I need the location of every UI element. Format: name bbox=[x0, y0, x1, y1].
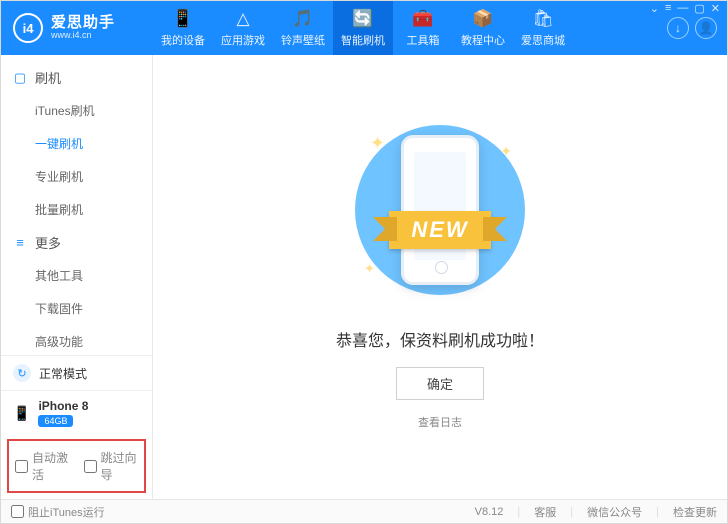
sidebar-item[interactable]: 批量刷机 bbox=[1, 193, 152, 226]
app-body: ▢ 刷机 iTunes刷机一键刷机专业刷机批量刷机 ≡ 更多 其他工具下载固件高… bbox=[1, 55, 727, 499]
nav-icon: 🎵 bbox=[292, 9, 313, 29]
sidebar-group-label: 更多 bbox=[35, 233, 61, 252]
device-mode-status[interactable]: ↻ 正常模式 bbox=[1, 355, 152, 390]
sidebar-item[interactable]: iTunes刷机 bbox=[1, 94, 152, 127]
win-ctrl-close[interactable]: ✕ bbox=[711, 2, 720, 15]
nav-label: 我的设备 bbox=[161, 32, 205, 48]
status-label: 正常模式 bbox=[39, 365, 87, 382]
app-logo: i4 爱思助手 www.i4.cn bbox=[1, 13, 153, 43]
logo-icon: i4 bbox=[13, 13, 43, 43]
app-name: 爱思助手 bbox=[51, 15, 115, 32]
version-label: V8.12 bbox=[475, 506, 504, 518]
nav-item-5[interactable]: 📦 教程中心 bbox=[453, 1, 513, 55]
flash-group-icon: ▢ bbox=[13, 70, 27, 86]
sidebar-group-flash: ▢ 刷机 bbox=[1, 61, 152, 94]
support-link[interactable]: 客服 bbox=[534, 504, 556, 520]
sidebar-group-label: 刷机 bbox=[35, 68, 61, 87]
sidebar-item[interactable]: 其他工具 bbox=[1, 259, 152, 292]
download-button[interactable]: ↓ bbox=[667, 17, 689, 39]
sidebar-item[interactable]: 下载固件 bbox=[1, 292, 152, 325]
flash-options-highlighted: 自动激活 跳过向导 bbox=[7, 439, 146, 493]
win-ctrl-maximize[interactable]: ▢ bbox=[694, 2, 704, 15]
nav-label: 智能刷机 bbox=[341, 32, 385, 48]
nav-item-6[interactable]: 🛍 爱思商城 bbox=[513, 1, 573, 55]
nav-label: 应用游戏 bbox=[221, 32, 265, 48]
nav-icon: 🔄 bbox=[352, 9, 373, 29]
success-message: 恭喜您，保资料刷机成功啦！ bbox=[336, 327, 544, 351]
new-ribbon: NEW bbox=[389, 211, 490, 249]
nav-item-3[interactable]: 🔄 智能刷机 bbox=[333, 1, 393, 55]
auto-activate-checkbox[interactable]: 自动激活 bbox=[15, 449, 70, 483]
skip-guide-label: 跳过向导 bbox=[101, 449, 139, 483]
device-info[interactable]: 📱 iPhone 8 64GB bbox=[1, 390, 152, 435]
device-storage: 64GB bbox=[38, 415, 73, 427]
nav-item-4[interactable]: 🧰 工具箱 bbox=[393, 1, 453, 55]
confirm-button[interactable]: 确定 bbox=[396, 367, 484, 400]
window-controls: ⌄ ≡ — ▢ ✕ bbox=[650, 2, 720, 15]
sidebar-item[interactable]: 专业刷机 bbox=[1, 160, 152, 193]
nav-icon: △ bbox=[236, 9, 249, 29]
sidebar-item[interactable]: 高级功能 bbox=[1, 325, 152, 355]
view-log-link[interactable]: 查看日志 bbox=[418, 414, 462, 430]
win-ctrl[interactable]: ≡ bbox=[665, 2, 671, 15]
win-ctrl-minimize[interactable]: — bbox=[677, 2, 688, 15]
refresh-icon: ↻ bbox=[13, 364, 31, 382]
sidebar: ▢ 刷机 iTunes刷机一键刷机专业刷机批量刷机 ≡ 更多 其他工具下载固件高… bbox=[1, 55, 153, 499]
device-name: iPhone 8 bbox=[38, 399, 88, 413]
nav-item-0[interactable]: 📱 我的设备 bbox=[153, 1, 213, 55]
app-url: www.i4.cn bbox=[51, 31, 115, 41]
block-itunes-checkbox[interactable]: 阻止iTunes运行 bbox=[11, 504, 105, 520]
more-group-icon: ≡ bbox=[13, 235, 27, 250]
phone-illustration-icon bbox=[401, 135, 479, 285]
top-nav: 📱 我的设备 △ 应用游戏 🎵 铃声壁纸 🔄 智能刷机 🧰 工具箱 📦 教程中心 🛍 爱思商城 bbox=[153, 1, 573, 55]
main-content: ✦ ✦ ✦ NEW 恭喜您，保资料刷机成功啦！ 确定 查看日志 bbox=[153, 55, 727, 499]
app-header: i4 爱思助手 www.i4.cn 📱 我的设备 △ 应用游戏 🎵 铃声壁纸 🔄 智能刷机 🧰 工… bbox=[1, 1, 727, 55]
sidebar-item[interactable]: 一键刷机 bbox=[1, 127, 152, 160]
nav-label: 铃声壁纸 bbox=[281, 32, 325, 48]
nav-item-1[interactable]: △ 应用游戏 bbox=[213, 1, 273, 55]
nav-icon: 🛍 bbox=[532, 9, 554, 29]
nav-icon: 📱 bbox=[172, 9, 193, 29]
nav-item-2[interactable]: 🎵 铃声壁纸 bbox=[273, 1, 333, 55]
phone-icon: 📱 bbox=[13, 405, 30, 422]
block-itunes-label: 阻止iTunes运行 bbox=[28, 504, 105, 520]
wechat-link[interactable]: 微信公众号 bbox=[587, 504, 642, 520]
success-illustration: ✦ ✦ ✦ NEW bbox=[340, 115, 540, 305]
nav-icon: 📦 bbox=[472, 9, 493, 29]
nav-label: 工具箱 bbox=[407, 32, 440, 48]
sidebar-group-more: ≡ 更多 bbox=[1, 226, 152, 259]
nav-label: 教程中心 bbox=[461, 32, 505, 48]
user-button[interactable]: 👤 bbox=[695, 17, 717, 39]
status-bar: 阻止iTunes运行 V8.12 | 客服 | 微信公众号 | 检查更新 bbox=[1, 499, 727, 523]
nav-label: 爱思商城 bbox=[521, 32, 565, 48]
auto-activate-label: 自动激活 bbox=[32, 449, 70, 483]
check-update-link[interactable]: 检查更新 bbox=[673, 504, 717, 520]
nav-icon: 🧰 bbox=[412, 9, 433, 29]
skip-guide-checkbox[interactable]: 跳过向导 bbox=[84, 449, 139, 483]
win-ctrl[interactable]: ⌄ bbox=[650, 2, 659, 15]
